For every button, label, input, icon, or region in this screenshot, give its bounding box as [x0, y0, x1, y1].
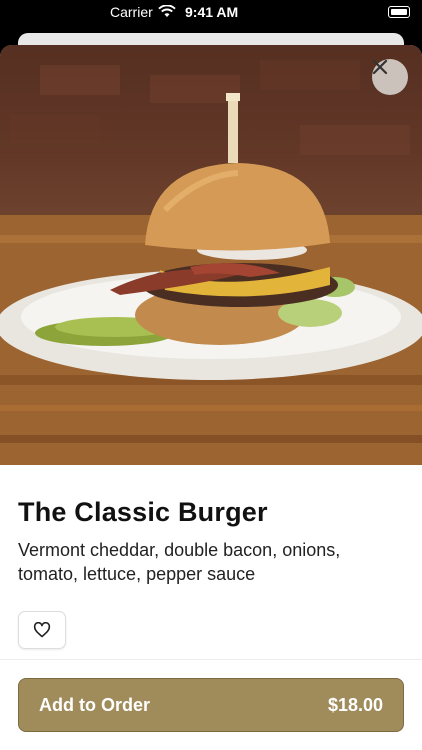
close-icon — [372, 59, 388, 75]
item-info: The Classic Burger Vermont cheddar, doub… — [18, 497, 404, 586]
item-description: Vermont cheddar, double bacon, onions, t… — [18, 540, 341, 584]
status-bar: Carrier 9:41 AM — [0, 0, 422, 24]
close-button[interactable] — [372, 59, 408, 95]
heart-icon — [33, 622, 51, 638]
wifi-icon — [158, 4, 176, 21]
burger-illustration — [0, 45, 422, 465]
item-title: The Classic Burger — [18, 497, 268, 527]
item-photo — [0, 45, 422, 465]
item-price: $18.00 — [327, 694, 383, 715]
item-detail-sheet: The Classic Burger Vermont cheddar, doub… — [0, 45, 422, 750]
battery-icon — [388, 6, 410, 18]
clock: 9:41 AM — [185, 4, 239, 20]
divider — [0, 659, 422, 660]
favorite-button[interactable] — [18, 611, 66, 649]
add-to-order-button[interactable]: Add to Order $18.00 — [18, 678, 404, 732]
add-to-order-label: Add to Order — [39, 694, 150, 715]
carrier-label: Carrier — [110, 4, 153, 20]
